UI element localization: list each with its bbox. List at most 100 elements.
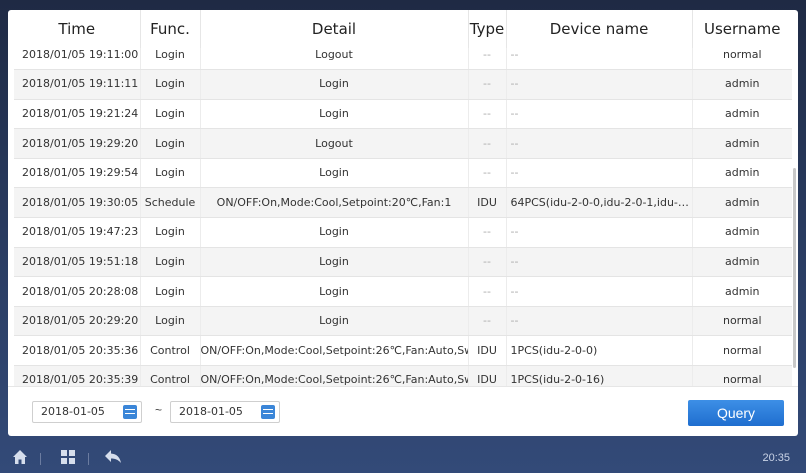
table-row[interactable]: 2018/01/05 20:35:36 Control ON/OFF:On,Mode… [14,335,792,367]
table-row[interactable]: 2018/01/05 19:29:20 Login Logout -- -- admin [14,128,792,159]
table-row[interactable]: 2018/01/05 19:11:00 Login Logout -- -- normal [14,48,792,71]
table-row[interactable]: 2018/01/05 19:51:18 Login Login -- -- admin [14,247,792,278]
column-header-device-name[interactable]: Device name [506,10,693,49]
log-type-cell: IDU [468,187,507,219]
table-row[interactable]: 2018/01/05 20:35:39 Control ON/OFF:On,Mode… [14,365,792,386]
table-scrollbar[interactable] [793,168,796,368]
log-func-cell: Login [140,128,201,159]
table-row[interactable]: 2018/01/05 20:28:08 Login Login -- -- admin [14,276,792,307]
grid-menu-icon[interactable] [60,449,76,465]
taskbar-divider [88,453,89,465]
log-device-cell: -- [506,247,693,278]
log-device-cell: 1PCS(idu-2-0-16) [506,365,693,386]
table-row[interactable]: 2018/01/05 19:29:54 Login Login -- -- admin [14,158,792,189]
table-row[interactable]: 2018/01/05 19:47:23 Login Login -- -- admin [14,217,792,248]
log-detail-cell: Login [200,306,469,337]
log-username-cell: admin [692,276,792,307]
log-func-cell: Login [140,158,201,189]
log-time-cell: 2018/01/05 19:47:23 [14,217,141,248]
column-header-type[interactable]: Type [468,10,507,49]
log-func-cell: Login [140,306,201,337]
log-table: 2018/01/05 19:11:00 Login Logout -- -- normal… [14,48,792,386]
log-time-cell: 2018/01/05 20:28:08 [14,276,141,307]
query-bar: 2018-01-05 ~ 2018-01-05 Query [8,386,798,436]
log-time-cell: 2018/01/05 19:21:24 [14,99,141,130]
log-detail-cell: Login [200,276,469,307]
operation-log-panel: Time Func. Detail Type Device name Usern… [8,10,798,436]
log-type-cell: -- [468,217,507,248]
log-detail-cell: Login [200,217,469,248]
query-button[interactable]: Query [688,400,784,426]
table-row[interactable]: 2018/01/05 19:21:24 Login Login -- -- admin [14,99,792,130]
column-header-func[interactable]: Func. [140,10,201,49]
bottom-taskbar: 20:35 [0,441,806,473]
log-func-cell: Login [140,276,201,307]
log-time-cell: 2018/01/05 20:35:39 [14,365,141,386]
log-time-cell: 2018/01/05 19:30:05 [14,187,141,219]
log-detail-cell: ON/OFF:On,Mode:Cool,Setpoint:26℃,Fan:Aut… [200,365,469,386]
log-time-cell: 2018/01/05 19:11:11 [14,69,141,100]
taskbar-divider [40,453,41,465]
column-header-detail[interactable]: Detail [200,10,469,49]
log-type-cell: IDU [468,365,507,386]
end-date-field[interactable]: 2018-01-05 [170,401,280,423]
log-device-cell: -- [506,276,693,307]
calendar-icon[interactable] [123,405,137,419]
log-time-cell: 2018/01/05 20:29:20 [14,306,141,337]
log-type-cell: -- [468,247,507,278]
log-func-cell: Login [140,69,201,100]
log-func-cell: Control [140,365,201,386]
log-device-cell: -- [506,306,693,337]
log-username-cell: normal [692,335,792,367]
start-date-field[interactable]: 2018-01-05 [32,401,142,423]
log-table-scroll-area[interactable]: 2018/01/05 19:11:00 Login Logout -- -- normal… [8,48,798,386]
table-row[interactable]: 2018/01/05 20:29:20 Login Login -- -- normal [14,306,792,337]
log-username-cell: admin [692,247,792,278]
table-row[interactable]: 2018/01/05 19:11:11 Login Login -- -- admin [14,69,792,100]
log-username-cell: normal [692,48,792,71]
log-username-cell: admin [692,99,792,130]
log-func-cell: Login [140,48,201,71]
log-detail-cell: ON/OFF:On,Mode:Cool,Setpoint:20℃,Fan:1 [200,187,469,219]
log-func-cell: Login [140,99,201,130]
table-row[interactable]: 2018/01/05 19:30:05 Schedule ON/OFF:On,Mod… [14,187,792,219]
log-func-cell: Control [140,335,201,367]
log-detail-cell: Logout [200,48,469,71]
column-header-username[interactable]: Username [692,10,792,49]
log-time-cell: 2018/01/05 20:35:36 [14,335,141,367]
column-header-time[interactable]: Time [14,10,141,49]
log-detail-cell: Login [200,99,469,130]
calendar-icon[interactable] [261,405,275,419]
log-username-cell: normal [692,365,792,386]
log-func-cell: Schedule [140,187,201,219]
back-arrow-icon[interactable] [104,449,122,465]
log-username-cell: admin [692,69,792,100]
log-func-cell: Login [140,217,201,248]
system-clock: 20:35 [762,452,790,464]
log-type-cell: -- [468,276,507,307]
log-time-cell: 2018/01/05 19:29:54 [14,158,141,189]
log-type-cell: -- [468,69,507,100]
log-device-cell: -- [506,69,693,100]
log-device-cell: 1PCS(idu-2-0-0) [506,335,693,367]
log-table-header: Time Func. Detail Type Device name Usern… [14,10,792,49]
log-type-cell: IDU [468,335,507,367]
log-time-cell: 2018/01/05 19:29:20 [14,128,141,159]
log-username-cell: admin [692,187,792,219]
log-func-cell: Login [140,247,201,278]
log-device-cell: -- [506,99,693,130]
log-type-cell: -- [468,128,507,159]
log-username-cell: admin [692,158,792,189]
log-detail-cell: Login [200,247,469,278]
log-username-cell: admin [692,128,792,159]
end-date-value: 2018-01-05 [179,405,243,418]
log-device-cell: -- [506,128,693,159]
log-detail-cell: ON/OFF:On,Mode:Cool,Setpoint:26℃,Fan:Aut… [200,335,469,367]
log-device-cell: -- [506,158,693,189]
log-device-cell: -- [506,48,693,71]
home-icon[interactable] [12,449,28,465]
log-type-cell: -- [468,48,507,71]
log-type-cell: -- [468,306,507,337]
log-device-cell: -- [506,217,693,248]
start-date-value: 2018-01-05 [41,405,105,418]
